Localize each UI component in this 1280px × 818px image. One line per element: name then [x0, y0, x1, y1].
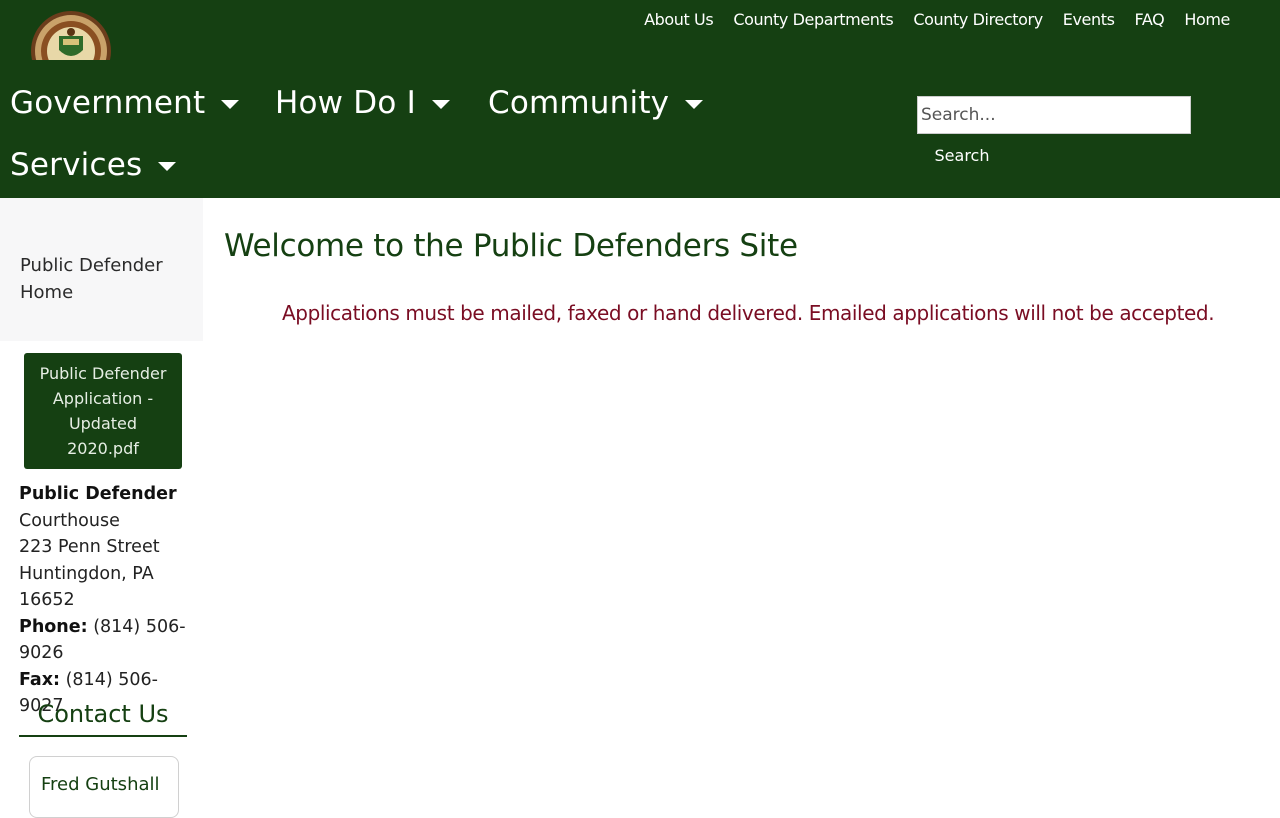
application-pdf-button[interactable]: Public Defender Application - Updated 20…	[24, 353, 182, 469]
nav-community-dropdown[interactable]: Community	[488, 83, 704, 123]
fax-label: Fax:	[19, 669, 61, 690]
caret-down-icon	[221, 99, 240, 109]
application-notice: Applications must be mailed, faxed or ha…	[282, 301, 1215, 325]
address-line: Courthouse	[19, 510, 120, 531]
application-pdf-label: Public Defender Application - Updated 20…	[39, 364, 167, 458]
sidebar-nav: Public Defender Home	[0, 198, 203, 341]
nav-services-dropdown[interactable]: Services	[10, 145, 177, 185]
nav-faq[interactable]: FAQ	[1135, 10, 1165, 30]
nav-government-dropdown[interactable]: Government	[10, 83, 240, 123]
phone-line: Phone: (814) 506-9026	[19, 614, 194, 667]
phone-label: Phone:	[19, 616, 88, 637]
office-name: Public Defender	[19, 484, 177, 504]
utility-nav: About Us County Departments County Direc…	[644, 10, 1230, 30]
caret-down-icon	[685, 99, 704, 109]
nav-county-departments[interactable]: County Departments	[733, 10, 893, 30]
county-seal-logo[interactable]	[30, 10, 112, 60]
sidebar-item-public-defender-home[interactable]: Public Defender Home	[20, 252, 190, 306]
nav-county-directory[interactable]: County Directory	[913, 10, 1043, 30]
contact-name-link[interactable]: Fred Gutshall	[41, 774, 160, 795]
address-line: 223 Penn Street	[19, 537, 160, 557]
contact-card: Fred Gutshall	[29, 756, 179, 818]
office-address: Public Defender Courthouse 223 Penn Stre…	[19, 481, 194, 720]
nav-services-label: Services	[10, 147, 143, 183]
site-header: About Us County Departments County Direc…	[0, 0, 1280, 198]
page-title: Welcome to the Public Defenders Site	[224, 228, 798, 264]
nav-community-label: Community	[488, 85, 670, 121]
nav-how-do-i-dropdown[interactable]: How Do I	[275, 83, 450, 123]
nav-about-us[interactable]: About Us	[644, 10, 714, 30]
nav-home[interactable]: Home	[1184, 10, 1230, 30]
caret-down-icon	[158, 161, 177, 171]
nav-events[interactable]: Events	[1063, 10, 1115, 30]
contact-us-heading: Contact Us	[19, 697, 187, 737]
address-line: Huntingdon, PA 16652	[19, 563, 154, 611]
search-button[interactable]: Search	[917, 143, 1007, 167]
search-input[interactable]	[917, 96, 1191, 134]
nav-how-do-i-label: How Do I	[275, 85, 416, 121]
caret-down-icon	[431, 99, 450, 109]
nav-government-label: Government	[10, 85, 206, 121]
